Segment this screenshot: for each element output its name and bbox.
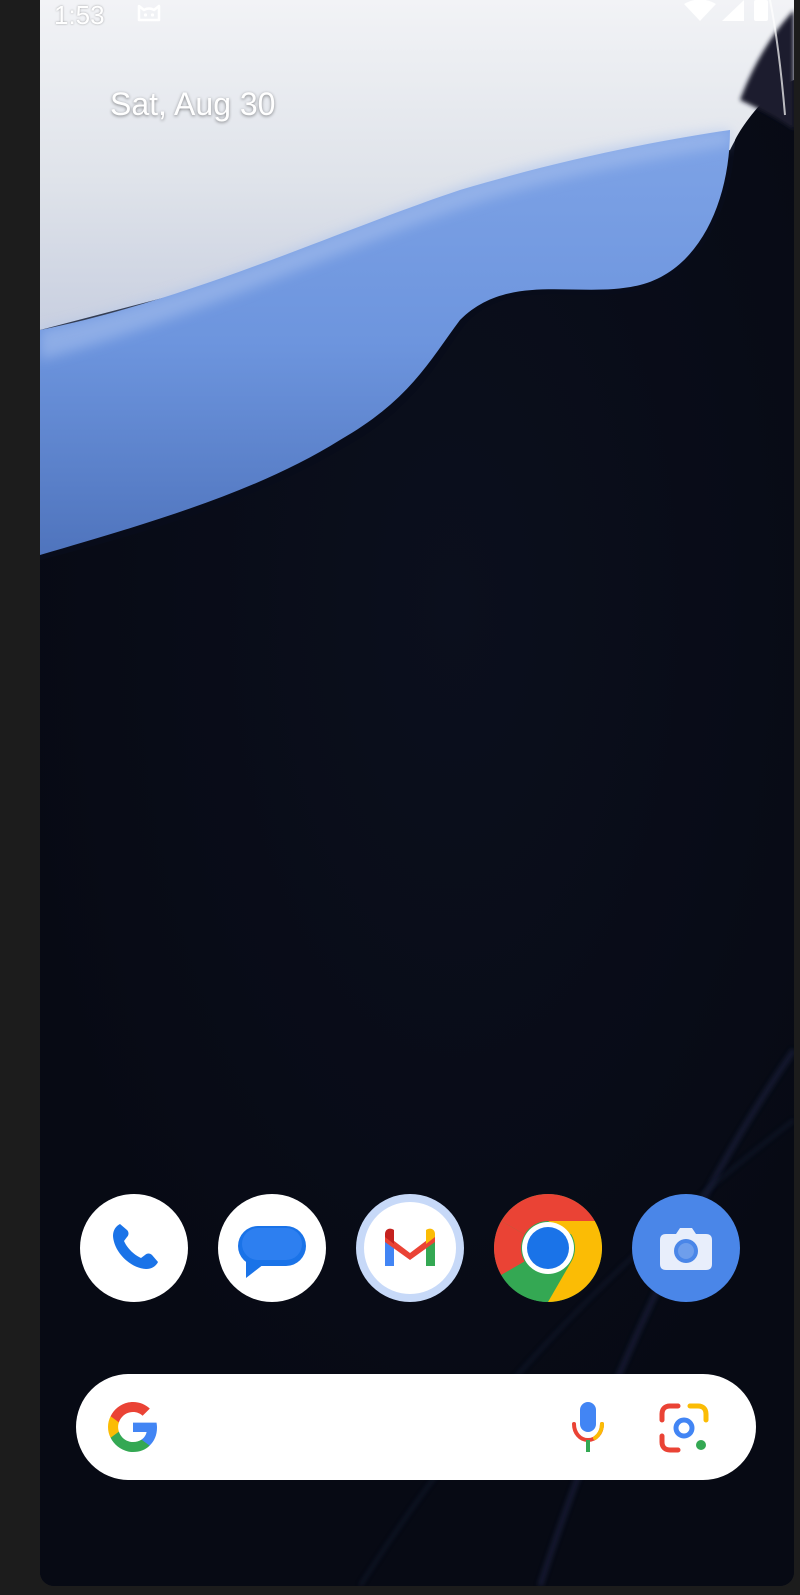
battery-icon bbox=[754, 0, 768, 21]
phone-app-icon[interactable] bbox=[80, 1194, 188, 1302]
screen-frame: 1:53 Sat, Aug 30 bbox=[0, 0, 800, 1595]
status-bar: 1:53 bbox=[40, 0, 794, 32]
wallpaper bbox=[40, 0, 794, 1586]
status-time: 1:53 bbox=[54, 0, 105, 30]
messages-app-icon[interactable] bbox=[218, 1194, 326, 1302]
gmail-app-icon[interactable] bbox=[356, 1194, 464, 1302]
camera-app-icon[interactable] bbox=[632, 1194, 740, 1302]
phone-icon bbox=[113, 1224, 158, 1269]
camera-icon bbox=[660, 1228, 712, 1270]
cat-face-notification-icon bbox=[137, 4, 161, 22]
messages-icon bbox=[238, 1226, 306, 1278]
microphone-icon[interactable] bbox=[568, 1400, 608, 1456]
date-widget[interactable]: Sat, Aug 30 bbox=[110, 86, 275, 123]
google-lens-icon[interactable] bbox=[656, 1400, 712, 1456]
app-dock bbox=[80, 1194, 760, 1304]
cellular-signal-icon bbox=[722, 0, 744, 21]
status-icons bbox=[684, 0, 768, 21]
chrome-icon bbox=[494, 1194, 602, 1302]
wifi-icon bbox=[684, 0, 716, 21]
chrome-app-icon[interactable] bbox=[494, 1194, 602, 1302]
gmail-icon bbox=[364, 1202, 456, 1294]
phone-home-screen: 1:53 Sat, Aug 30 bbox=[40, 0, 794, 1586]
google-g-icon bbox=[108, 1402, 157, 1452]
google-search-bar[interactable] bbox=[76, 1374, 756, 1480]
